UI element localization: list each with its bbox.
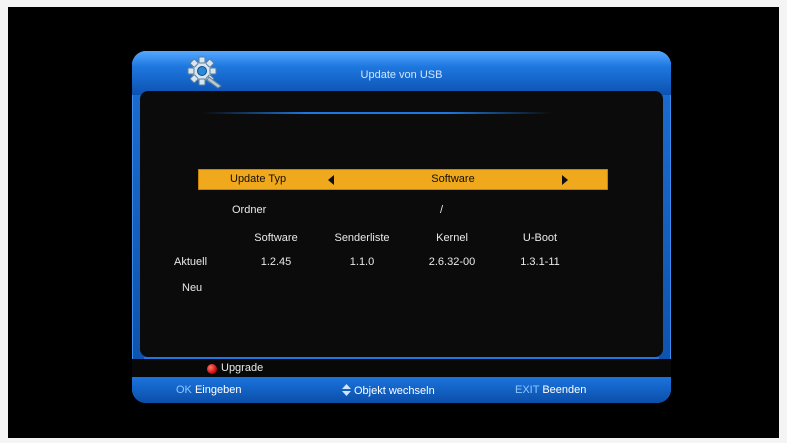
footer-nav-hint: Objekt wechseln	[342, 384, 435, 397]
footer-exit-hint: EXIT Beenden	[515, 384, 586, 396]
footer-ok-hint: OK Eingeben	[176, 384, 241, 396]
up-down-arrows-icon	[342, 384, 351, 396]
footer-bar: OK Eingeben Objekt wechseln EXIT Beenden	[132, 377, 671, 403]
current-kernel-version: 2.6.32-00	[428, 256, 476, 268]
ok-key-label: OK	[176, 384, 192, 396]
row-label-neu: Neu	[182, 282, 203, 294]
column-header-uboot: U-Boot	[522, 232, 558, 244]
row-label-aktuell: Aktuell	[174, 256, 208, 268]
dialog-content: Update Typ Software Ordner / Software Se…	[140, 91, 663, 357]
tv-screen: Update von USB Update Typ Software Ordne…	[8, 7, 779, 438]
title-bar: Update von USB	[132, 51, 671, 95]
arrow-right-icon[interactable]	[562, 175, 568, 185]
folder-value: /	[440, 204, 444, 216]
column-header-kernel: Kernel	[436, 232, 468, 244]
column-header-senderliste: Senderliste	[334, 232, 390, 244]
red-button-icon[interactable]	[207, 364, 217, 374]
dialog-title: Update von USB	[360, 69, 443, 81]
current-senderliste-version: 1.1.0	[349, 256, 375, 268]
update-type-selector[interactable]: Update Typ Software	[198, 169, 608, 190]
upgrade-button-label[interactable]: Upgrade	[221, 362, 263, 374]
current-software-version: 1.2.45	[260, 256, 292, 268]
color-button-row: Upgrade	[132, 359, 671, 377]
exit-key-label: EXIT	[515, 384, 540, 396]
current-uboot-version: 1.3.1-11	[520, 256, 560, 268]
update-type-value: Software	[431, 173, 475, 185]
folder-label: Ordner	[232, 204, 267, 216]
ok-action-label: Eingeben	[194, 384, 242, 396]
update-dialog: Update von USB Update Typ Software Ordne…	[132, 51, 671, 403]
nav-action-label: Objekt wechseln	[354, 385, 435, 397]
arrow-left-icon[interactable]	[328, 175, 334, 185]
accent-line	[202, 112, 552, 114]
update-type-label: Update Typ	[230, 173, 287, 185]
column-header-software: Software	[254, 232, 298, 244]
exit-action-label: Beenden	[542, 384, 587, 396]
